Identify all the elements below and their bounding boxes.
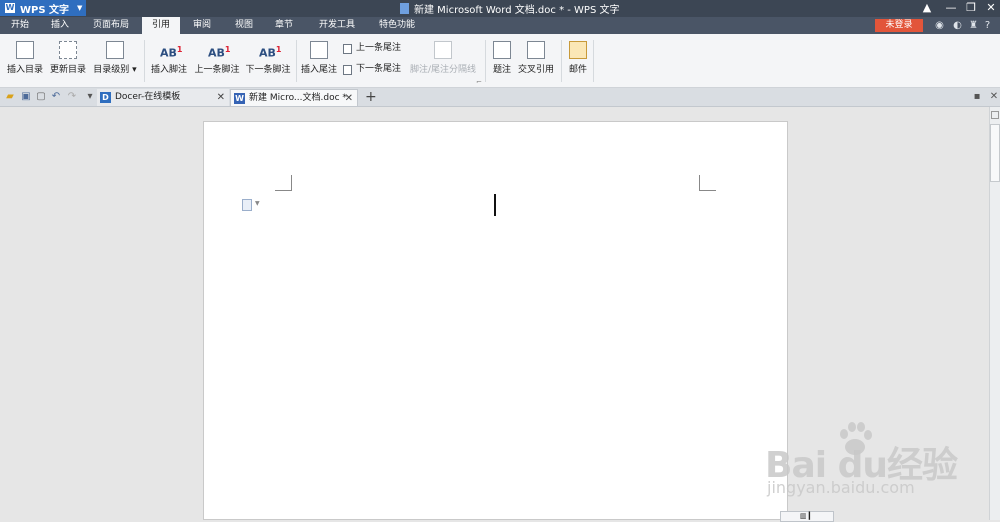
cross-reference-label: 交叉引用 — [517, 65, 554, 75]
prev-footnote-icon: AB1 — [208, 45, 231, 60]
maximize-button[interactable]: ❐ — [964, 1, 978, 15]
word-doc-icon: W — [234, 93, 245, 104]
doc-tab-active-document[interactable]: W 新建 Micro...文档.doc * ✕ — [230, 89, 358, 106]
insert-endnote-button[interactable]: 插入尾注 — [300, 39, 338, 81]
next-endnote-icon — [343, 64, 352, 75]
wps-logo-icon: W — [5, 3, 15, 13]
chevron-down-icon[interactable]: ▼ — [255, 200, 260, 207]
prev-endnote-icon — [343, 43, 352, 54]
caption-label: 题注 — [492, 65, 511, 75]
app-name: WPS 文字 — [20, 4, 70, 16]
collapse-ribbon-icon[interactable]: ▲ — [920, 1, 934, 15]
doc-tab-label: 新建 Micro...文档.doc * — [249, 93, 347, 103]
window-title-text: 新建 Microsoft Word 文档.doc * - WPS 文字 — [414, 5, 620, 16]
note-separator-label: 脚注/尾注分隔线 — [409, 65, 477, 75]
ruler-toggle-icon[interactable] — [991, 111, 999, 119]
restore-doc-icon[interactable]: ▪ — [971, 91, 983, 103]
update-toc-icon — [59, 41, 77, 59]
divider — [144, 40, 145, 82]
next-endnote-button[interactable]: 下一条尾注 — [343, 63, 401, 76]
divider — [485, 40, 486, 82]
chevron-down-icon: ▼ — [77, 4, 83, 12]
close-icon[interactable]: ✕ — [345, 90, 353, 107]
insert-toc-label: 插入目录 — [6, 65, 43, 75]
help-icon[interactable]: ? — [982, 20, 993, 31]
prev-footnote-button[interactable]: AB1 上一条脚注 — [194, 39, 240, 81]
redo-icon[interactable]: ↷ — [66, 91, 78, 103]
insert-footnote-label: 插入脚注 — [150, 65, 187, 75]
insert-endnote-label: 插入尾注 — [300, 65, 337, 75]
close-button[interactable]: ✕ — [984, 1, 998, 15]
insert-toc-button[interactable]: 插入目录 — [5, 39, 45, 81]
mail-button[interactable]: 邮件 — [566, 39, 590, 81]
prev-endnote-label: 上一条尾注 — [356, 43, 402, 53]
prev-footnote-label: 上一条脚注 — [194, 65, 240, 75]
prev-endnote-button[interactable]: 上一条尾注 — [343, 42, 401, 55]
scrollbar-thumb[interactable] — [990, 124, 1000, 182]
toc-icon — [16, 41, 34, 59]
tab-developer[interactable]: 开发工具 — [312, 17, 362, 34]
divider — [593, 40, 594, 82]
divider — [561, 40, 562, 82]
next-endnote-label: 下一条尾注 — [356, 64, 402, 74]
window-title: 新建 Microsoft Word 文档.doc * - WPS 文字 — [400, 1, 619, 16]
toc-level-label: 目录级别 — [93, 65, 130, 75]
dialog-launcher-icon[interactable]: ⌐ — [476, 78, 482, 86]
chevron-down-icon: ▾ — [129, 65, 137, 75]
note-separator-button[interactable]: 脚注/尾注分隔线 — [408, 39, 478, 81]
envelope-icon — [569, 41, 587, 59]
caption-button[interactable]: 题注 — [490, 39, 514, 81]
cross-reference-icon — [527, 41, 545, 59]
endnote-icon — [310, 41, 328, 59]
paste-options-icon[interactable] — [242, 199, 252, 211]
caption-icon — [493, 41, 511, 59]
margin-corner-top-left — [275, 175, 292, 191]
print-preview-icon[interactable]: ▢ — [35, 91, 47, 103]
doc-tab-label: Docer-在线模板 — [115, 92, 181, 102]
tab-references[interactable]: 引用 — [142, 17, 180, 34]
update-toc-button[interactable]: 更新目录 — [48, 39, 88, 81]
tab-chapter[interactable]: 章节 — [268, 17, 300, 34]
margin-corner-top-right — [699, 175, 716, 191]
insert-footnote-button[interactable]: AB1 插入脚注 — [150, 39, 188, 81]
customize-toolbar-icon[interactable]: ▾ — [84, 91, 96, 103]
text-cursor — [494, 194, 496, 216]
close-icon[interactable]: ✕ — [217, 89, 225, 106]
baidu-jingyan-watermark: Bai du经验 jingyan.baidu.com — [765, 420, 965, 510]
tab-start[interactable]: 开始 — [4, 17, 36, 34]
toc-level-dropdown[interactable]: 目录级别 ▾ — [92, 39, 138, 81]
undo-icon[interactable]: ↶ — [50, 91, 62, 103]
tab-review[interactable]: 审阅 — [186, 17, 218, 34]
separator-line-icon — [434, 41, 452, 59]
cross-reference-button[interactable]: 交叉引用 — [516, 39, 556, 81]
minimize-button[interactable]: — — [944, 1, 958, 15]
share-icon[interactable]: ◐ — [952, 20, 963, 31]
new-tab-button[interactable]: + — [365, 89, 377, 106]
docer-icon: D — [100, 92, 111, 103]
footnote-icon: AB1 — [160, 45, 183, 60]
tab-view[interactable]: 视图 — [228, 17, 260, 34]
app-menu-button[interactable]: W WPS 文字 ▼ — [0, 0, 86, 16]
save-icon[interactable]: ▣ — [20, 91, 32, 103]
watermark-url: jingyan.baidu.com — [767, 478, 915, 497]
tab-insert[interactable]: 插入 — [44, 17, 76, 34]
close-doc-icon[interactable]: ✕ — [988, 91, 1000, 103]
tab-features[interactable]: 特色功能 — [372, 17, 422, 34]
open-folder-icon[interactable]: ▰ — [4, 91, 16, 103]
update-toc-label: 更新目录 — [49, 65, 86, 75]
divider — [296, 40, 297, 82]
next-footnote-icon: AB1 — [259, 45, 282, 60]
mail-label: 邮件 — [568, 65, 587, 75]
shirt-icon[interactable]: ♜ — [968, 20, 979, 31]
document-icon — [400, 3, 409, 14]
toc-level-icon — [106, 41, 124, 59]
layout-toggle[interactable]: ▥ ▎ — [780, 511, 834, 522]
next-footnote-button[interactable]: AB1 下一条脚注 — [245, 39, 291, 81]
doc-tab-docer[interactable]: D Docer-在线模板 ✕ — [97, 89, 229, 106]
tab-page-layout[interactable]: 页面布局 — [86, 17, 136, 34]
next-footnote-label: 下一条脚注 — [245, 65, 291, 75]
skin-icon[interactable]: ◉ — [934, 20, 945, 31]
login-button[interactable]: 未登录 — [875, 19, 923, 32]
